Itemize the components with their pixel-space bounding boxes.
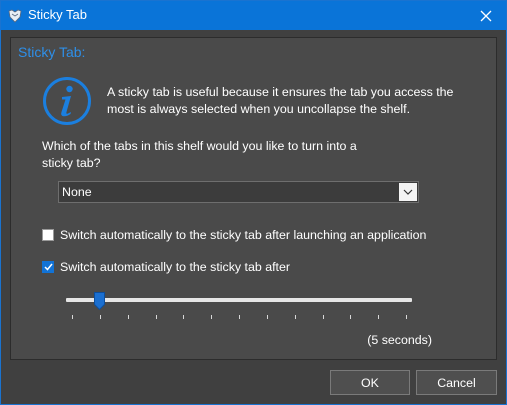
slider-tick bbox=[183, 315, 185, 319]
cancel-button[interactable]: Cancel bbox=[416, 370, 497, 395]
slider-tick bbox=[378, 315, 380, 319]
sticky-tab-panel: Sticky Tab: A sticky tab is useful becau… bbox=[10, 37, 497, 360]
slider-tick bbox=[127, 315, 129, 319]
checkmark-icon bbox=[43, 263, 53, 271]
slider-track[interactable] bbox=[66, 298, 412, 302]
switch-after-launch-label: Switch automatically to the sticky tab a… bbox=[60, 228, 427, 242]
slider-tick bbox=[406, 315, 407, 319]
delay-slider[interactable] bbox=[66, 288, 412, 319]
slider-thumb[interactable] bbox=[94, 292, 106, 310]
chevron-down-icon bbox=[403, 189, 413, 195]
panel-title: Sticky Tab: bbox=[18, 44, 86, 60]
switch-after-delay-option[interactable]: Switch automatically to the sticky tab a… bbox=[42, 260, 290, 274]
slider-tick bbox=[211, 315, 213, 319]
close-icon bbox=[480, 10, 492, 21]
slider-tick bbox=[294, 315, 296, 319]
ok-button[interactable]: OK bbox=[330, 370, 410, 395]
switch-after-delay-label: Switch automatically to the sticky tab a… bbox=[60, 260, 291, 274]
description-text: A sticky tab is useful because it ensure… bbox=[107, 85, 454, 116]
delay-readout: (5 seconds) bbox=[367, 333, 432, 347]
info-icon bbox=[43, 77, 91, 125]
close-button[interactable] bbox=[466, 1, 506, 30]
slider-tick bbox=[99, 315, 101, 319]
sticky-tab-dialog: Sticky Tab Sticky Tab: A sticky tab is u… bbox=[0, 0, 507, 405]
window-title: Sticky Tab bbox=[28, 7, 88, 22]
switch-after-launch-checkbox[interactable] bbox=[42, 229, 54, 241]
question-text: Which of the tabs in this shelf would yo… bbox=[42, 139, 357, 170]
slider-tick bbox=[155, 315, 157, 319]
slider-tick bbox=[239, 315, 240, 319]
slider-tick bbox=[266, 315, 268, 319]
slider-tick bbox=[72, 315, 73, 319]
sticky-tab-select[interactable]: None bbox=[58, 181, 419, 203]
title-bar[interactable]: Sticky Tab bbox=[1, 1, 506, 30]
switch-after-launch-option[interactable]: Switch automatically to the sticky tab a… bbox=[42, 228, 426, 242]
slider-tick bbox=[322, 315, 324, 319]
dropdown-button[interactable] bbox=[399, 183, 417, 201]
shelf-app-icon bbox=[8, 9, 22, 23]
switch-after-delay-checkbox[interactable] bbox=[42, 261, 54, 273]
select-value: None bbox=[62, 185, 92, 199]
slider-tick bbox=[350, 315, 352, 319]
